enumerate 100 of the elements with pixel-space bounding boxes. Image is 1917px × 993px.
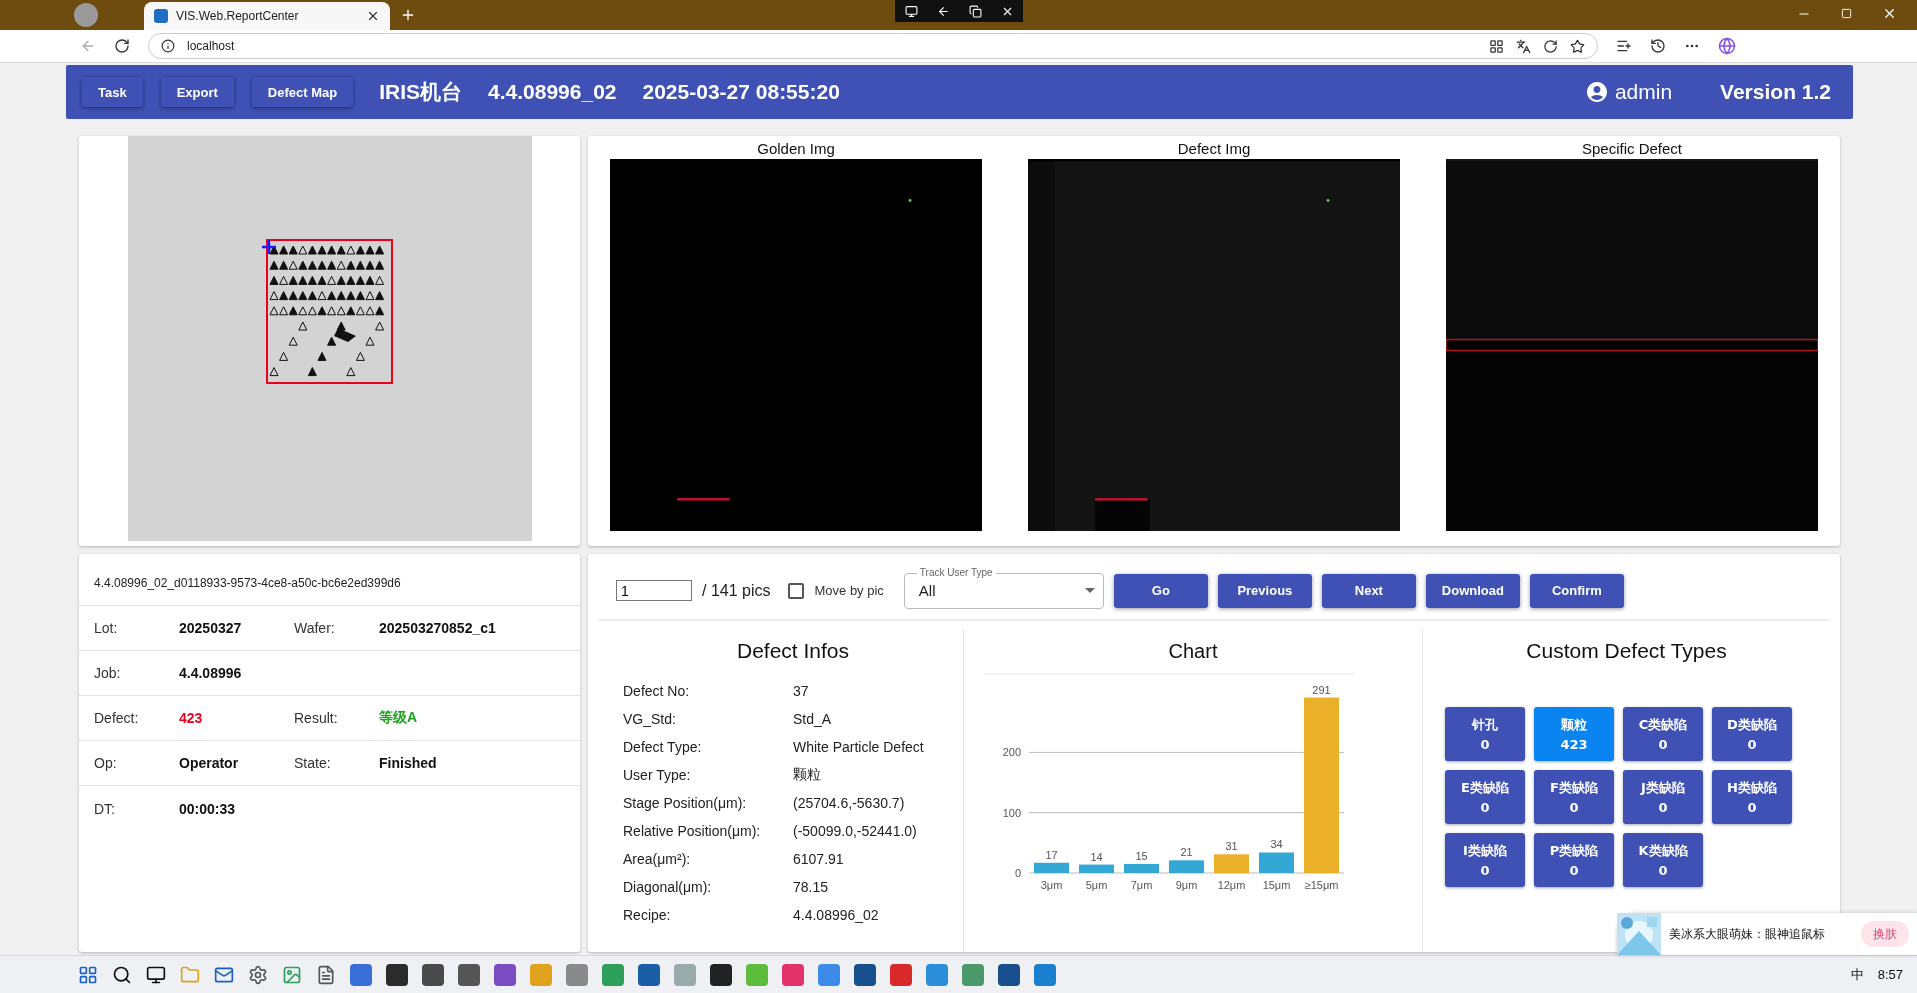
recipe-name: 4.4.08996_02 [488, 80, 617, 104]
app-icon[interactable] [422, 963, 444, 986]
chart-bar [1259, 852, 1294, 873]
star-icon[interactable] [1570, 38, 1585, 54]
monitor-icon[interactable] [146, 964, 166, 985]
app-icon[interactable] [854, 963, 876, 986]
field-value: 202503270852_c1 [379, 620, 497, 636]
new-tab-icon[interactable] [400, 7, 416, 23]
defect-type-button[interactable]: D类缺陷 0 [1712, 707, 1792, 761]
search-icon[interactable] [112, 964, 132, 985]
defect-type-button[interactable]: C类缺陷 0 [1623, 707, 1703, 761]
axis-tick-label: 7μm [1130, 879, 1153, 891]
list-icon[interactable] [1616, 38, 1632, 54]
defect-type-button[interactable]: 针孔 0 [1445, 707, 1525, 761]
field-label: DT: [94, 800, 116, 817]
page-input[interactable]: 1 [616, 580, 692, 601]
info-label: Defect Type: [623, 739, 703, 755]
axis-tick-label: ≥15μm [1304, 879, 1339, 891]
info-label: Recipe: [623, 907, 672, 923]
restore-icon[interactable] [1841, 6, 1852, 21]
checkbox-label: Move by pic [814, 583, 884, 598]
field-label: State: [294, 755, 332, 771]
image-icon[interactable] [282, 964, 302, 985]
defect-type-button[interactable]: H类缺陷 0 [1712, 770, 1792, 824]
field-label: Job: [94, 665, 122, 681]
info-value: (25704.6,-5630.7) [793, 795, 906, 811]
axis-tick-label: 12μm [1217, 879, 1246, 891]
defect-type-button[interactable]: E类缺陷 0 [1445, 770, 1525, 824]
action-button[interactable]: Previous [1217, 573, 1312, 608]
defect-type-button[interactable]: I类缺陷 0 [1445, 833, 1525, 887]
data-label: 291 [1312, 683, 1331, 696]
clock[interactable]: 8:57 [1877, 967, 1903, 982]
app-icon[interactable] [458, 963, 480, 986]
info-value: 颗粒 [793, 766, 822, 784]
user-name: admin [1614, 80, 1673, 104]
close-icon[interactable] [366, 9, 380, 23]
action-button[interactable]: Next [1321, 573, 1416, 608]
browser-tab[interactable]: VIS.Web.ReportCenter [144, 2, 390, 30]
field-label: Op: [94, 755, 118, 771]
axis-tick-label: 200 [1002, 746, 1021, 759]
document-icon[interactable] [316, 964, 336, 985]
field-label: Wafer: [294, 620, 336, 636]
field-value: 等级A [379, 709, 419, 727]
nav-button[interactable]: Export [160, 77, 234, 107]
input-method[interactable]: 中 [1850, 965, 1864, 984]
checkbox[interactable] [788, 582, 805, 599]
info-value: 37 [793, 683, 810, 699]
field-value: 00:00:33 [179, 800, 237, 817]
field-label: Lot: [94, 620, 119, 636]
version-label: Version 1.2 [1720, 80, 1831, 104]
defect-id: 4.4.08996_02_d0118933-9573-4ce8-a50c-bc6e2ed399d6 [79, 554, 580, 606]
window-icon[interactable] [968, 4, 982, 18]
defect-type-button[interactable]: J类缺陷 0 [1623, 770, 1703, 824]
info-value: 78.15 [793, 879, 830, 895]
url-text: localhost [187, 39, 235, 53]
app-icon[interactable] [386, 963, 408, 986]
caret-icon [1084, 588, 1095, 593]
field-label: Defect: [94, 710, 140, 726]
nav-button[interactable]: Task [82, 77, 143, 107]
profile-avatar[interactable] [74, 3, 98, 27]
action-button[interactable]: Confirm [1529, 573, 1624, 608]
action-button[interactable]: Go [1113, 573, 1208, 608]
settings-icon[interactable] [248, 964, 268, 985]
data-label: 31 [1225, 840, 1238, 853]
info-label: Defect No: [623, 683, 691, 699]
info-value: 6107.91 [793, 851, 845, 867]
field-value: 20250327 [179, 620, 243, 636]
image-title: Golden Img [757, 140, 835, 157]
axis-tick-label: 100 [1002, 806, 1021, 819]
image-title: Specific Defect [1581, 140, 1682, 157]
section-title: Custom Defect Types [1525, 639, 1728, 663]
info-label: Relative Position(μm): [623, 823, 762, 839]
translate-icon[interactable] [1516, 38, 1531, 54]
action-button[interactable]: Download [1425, 573, 1520, 608]
defect-type-button[interactable]: P类缺陷 0 [1534, 833, 1614, 887]
monitor-icon[interactable] [904, 4, 918, 18]
data-label: 15 [1135, 849, 1148, 862]
info-value: Std_A [793, 711, 833, 727]
machine-name: IRIS机台 [379, 79, 463, 105]
axis-tick-label: 0 [1014, 867, 1021, 879]
app-icon[interactable] [998, 963, 1020, 986]
tab-title: VIS.Web.ReportCenter [176, 9, 300, 23]
field-value: 4.4.08996 [179, 665, 243, 681]
refresh-icon[interactable] [114, 38, 130, 54]
defect-type-button[interactable]: F类缺陷 0 [1534, 770, 1614, 824]
app-icon[interactable] [710, 963, 732, 986]
defect-type-button[interactable]: K类缺陷 0 [1623, 833, 1703, 887]
chart-bar [1124, 863, 1159, 873]
info-value: White Particle Defect [793, 739, 925, 755]
data-label: 17 [1045, 848, 1058, 861]
refresh-icon[interactable] [1543, 38, 1558, 54]
axis-tick-label: 9μm [1175, 879, 1198, 891]
grid-icon[interactable] [1489, 38, 1504, 54]
defect-type-button[interactable]: 颗粒 423 [1534, 707, 1614, 761]
close-icon[interactable] [1882, 6, 1897, 21]
nav-button[interactable]: Defect Map [251, 77, 354, 107]
info-label: VG_Std: [623, 711, 677, 727]
info-label: Diagonal(μm): [623, 879, 713, 895]
field-label: Result: [294, 710, 339, 726]
history-icon[interactable] [1650, 38, 1666, 54]
